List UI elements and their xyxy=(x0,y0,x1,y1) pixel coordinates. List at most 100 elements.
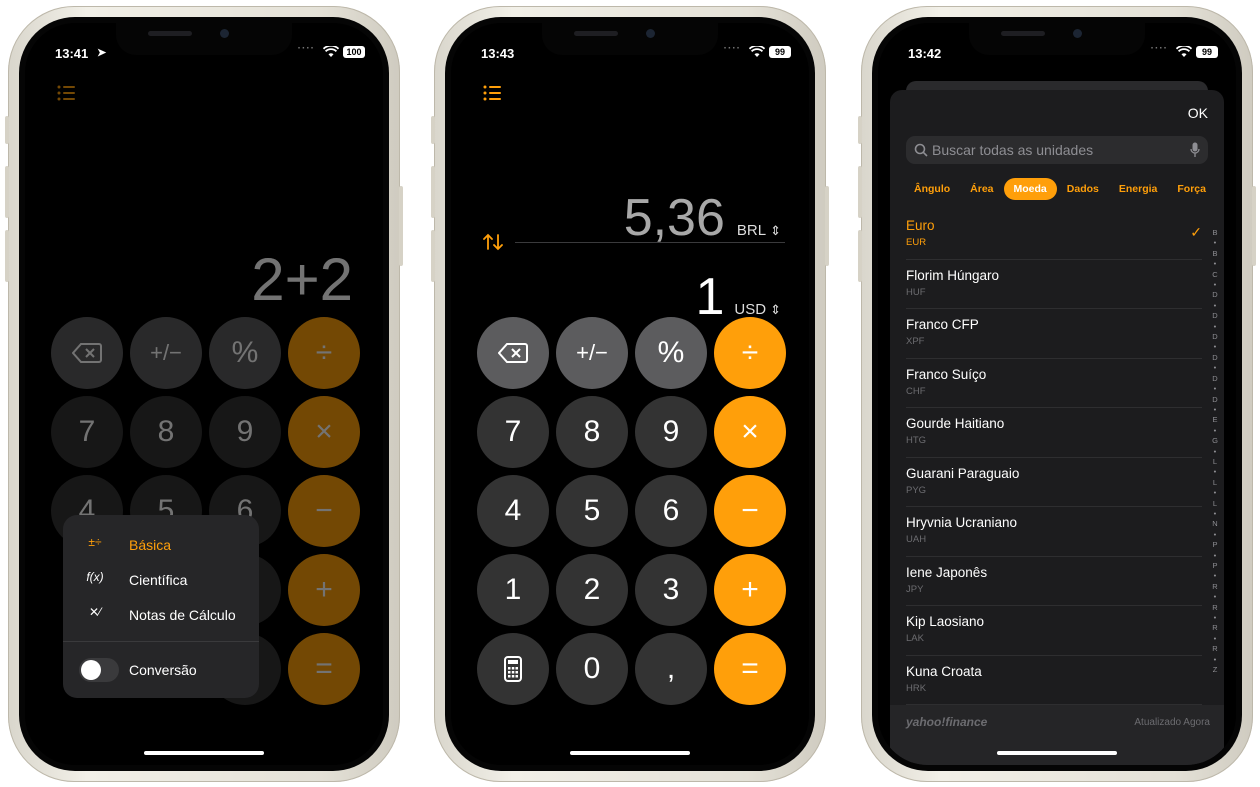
ok-button[interactable]: OK xyxy=(1188,105,1208,121)
conversion-toggle[interactable] xyxy=(79,658,119,682)
index-letter: P xyxy=(1212,540,1218,550)
alphabet-index-scrubber[interactable]: B • B • C • D • D • D • D • D • D • E • G • L • L • L • N • P • P • R • R • R •… xyxy=(1210,228,1220,675)
currency-name: Franco CFP xyxy=(906,317,979,332)
digit-9-button[interactable]: 9 xyxy=(209,396,281,468)
basic-operations-icon: ±÷ xyxy=(88,535,102,549)
tab-dados[interactable]: Dados xyxy=(1057,178,1109,200)
currency-code: XPF xyxy=(906,336,925,347)
index-letter: P xyxy=(1212,561,1218,570)
currency-row-euro[interactable]: Euro EUR ✓ xyxy=(906,210,1202,260)
digit-8-button[interactable]: 8 xyxy=(130,396,202,468)
calculator-screen-conversion: 13:43 ···· 99 5,36 BRL ⇕ 1 USD ⇕ +/− % ÷ xyxy=(451,23,809,765)
home-indicator[interactable] xyxy=(997,751,1117,755)
home-indicator[interactable] xyxy=(570,751,690,755)
index-letter: • xyxy=(1213,384,1217,394)
currency-row[interactable]: Franco Suíço CHF xyxy=(906,359,1202,408)
digit-9-button[interactable]: 9 xyxy=(635,396,707,468)
index-letter: • xyxy=(1213,404,1217,414)
index-letter: • xyxy=(1213,467,1217,477)
currency-picker-screen: 13:42 ···· 99 OK Buscar todas as unidade… xyxy=(878,23,1236,765)
search-field[interactable]: Buscar todas as unidades xyxy=(906,136,1208,164)
digit-2-button[interactable]: 2 xyxy=(556,554,628,626)
digit-7-button[interactable]: 7 xyxy=(51,396,123,468)
microphone-icon[interactable] xyxy=(1190,142,1200,158)
divide-button[interactable]: ÷ xyxy=(288,317,360,389)
currency-row[interactable]: Guarani Paraguaio PYG xyxy=(906,458,1202,507)
battery-indicator: 99 xyxy=(1196,46,1218,58)
tab-area[interactable]: Área xyxy=(960,178,1003,200)
search-placeholder: Buscar todas as unidades xyxy=(932,142,1094,158)
index-letter: D xyxy=(1212,394,1218,404)
source-value: 5,36 xyxy=(623,189,725,247)
multiply-button[interactable]: × xyxy=(714,396,786,468)
calculator-mode-button[interactable] xyxy=(477,633,549,705)
index-letter: B xyxy=(1212,228,1218,237)
minus-button[interactable]: − xyxy=(714,475,786,547)
status-time: 13:43 xyxy=(481,46,515,61)
plus-button[interactable]: + xyxy=(714,554,786,626)
digit-1-button[interactable]: 1 xyxy=(477,554,549,626)
currency-row[interactable]: Hryvnia Ucraniano UAH xyxy=(906,507,1202,557)
currency-row[interactable]: Iene Japonês JPY xyxy=(906,557,1202,606)
index-letter: • xyxy=(1213,342,1217,352)
tab-energia[interactable]: Energia xyxy=(1109,178,1168,200)
index-letter: D xyxy=(1212,332,1218,342)
plus-minus-button[interactable]: +/− xyxy=(556,317,628,389)
currency-row[interactable]: Florim Húngaro HUF xyxy=(906,260,1202,309)
divide-button[interactable]: ÷ xyxy=(714,317,786,389)
currency-row[interactable]: Gourde Haitiano HTG xyxy=(906,408,1202,458)
backspace-button[interactable] xyxy=(51,317,123,389)
digit-0-button[interactable]: 0 xyxy=(556,633,628,705)
menu-item-cientifica[interactable]: f(x) Científica xyxy=(63,562,259,596)
menu-divider xyxy=(63,641,259,642)
plus-button[interactable]: + xyxy=(288,554,360,626)
index-letter: • xyxy=(1213,508,1217,518)
digit-5-button[interactable]: 5 xyxy=(556,475,628,547)
currency-code: JPY xyxy=(906,583,924,595)
source-currency-picker[interactable]: BRL xyxy=(737,222,766,239)
conversion-toggle-label: Conversão xyxy=(129,662,197,678)
index-letter: • xyxy=(1213,446,1217,456)
source-value-row[interactable]: 5,36 BRL ⇕ xyxy=(624,188,781,248)
list-menu-icon[interactable] xyxy=(57,85,75,101)
equals-button[interactable]: = xyxy=(714,633,786,705)
currency-code: LAK xyxy=(906,633,924,644)
target-value: 1 xyxy=(695,268,725,326)
minus-button[interactable]: − xyxy=(288,475,360,547)
currency-code: HRK xyxy=(906,682,927,694)
menu-item-notas-de-calculo[interactable]: ✕⁄ Notas de Cálculo xyxy=(63,597,259,631)
math-notes-icon: ✕⁄ xyxy=(88,605,102,619)
backspace-button[interactable] xyxy=(477,317,549,389)
index-letter: N xyxy=(1212,519,1218,529)
index-letter: • xyxy=(1213,425,1217,435)
percent-button[interactable]: % xyxy=(209,317,281,389)
swap-units-icon[interactable] xyxy=(483,233,503,251)
menu-item-basica[interactable]: ±÷ Básica xyxy=(63,527,259,561)
multiply-button[interactable]: × xyxy=(288,396,360,468)
digit-3-button[interactable]: 3 xyxy=(635,554,707,626)
currency-row[interactable]: Franco CFP XPF xyxy=(906,309,1202,359)
currency-name: Hryvnia Ucraniano xyxy=(906,515,1018,530)
updated-status: Atualizado Agora xyxy=(1134,717,1210,728)
checkmark-icon: ✓ xyxy=(1190,224,1202,240)
tab-angulo[interactable]: Ângulo xyxy=(904,178,960,200)
index-letter: R xyxy=(1212,602,1218,612)
currency-row[interactable]: Kuna Croata HRK xyxy=(906,656,1202,705)
currency-row[interactable]: Kip Laosiano LAK xyxy=(906,606,1202,656)
digit-7-button[interactable]: 7 xyxy=(477,396,549,468)
home-indicator[interactable] xyxy=(144,751,264,755)
plus-minus-button[interactable]: +/− xyxy=(130,317,202,389)
digit-4-button[interactable]: 4 xyxy=(477,475,549,547)
digit-8-button[interactable]: 8 xyxy=(556,396,628,468)
decimal-comma-button[interactable]: , xyxy=(635,633,707,705)
phone-frame-3: 13:42 ···· 99 OK Buscar todas as unidade… xyxy=(858,6,1256,782)
digit-6-button[interactable]: 6 xyxy=(635,475,707,547)
tab-moeda[interactable]: Moeda xyxy=(1003,178,1057,200)
list-menu-icon[interactable] xyxy=(483,85,501,101)
currency-name: Iene Japonês xyxy=(906,564,988,580)
equals-button[interactable]: = xyxy=(288,633,360,705)
target-currency-picker[interactable]: USD xyxy=(734,301,766,318)
percent-button[interactable]: % xyxy=(635,317,707,389)
tab-forca[interactable]: Força xyxy=(1167,178,1216,200)
index-letter: D xyxy=(1212,352,1218,362)
